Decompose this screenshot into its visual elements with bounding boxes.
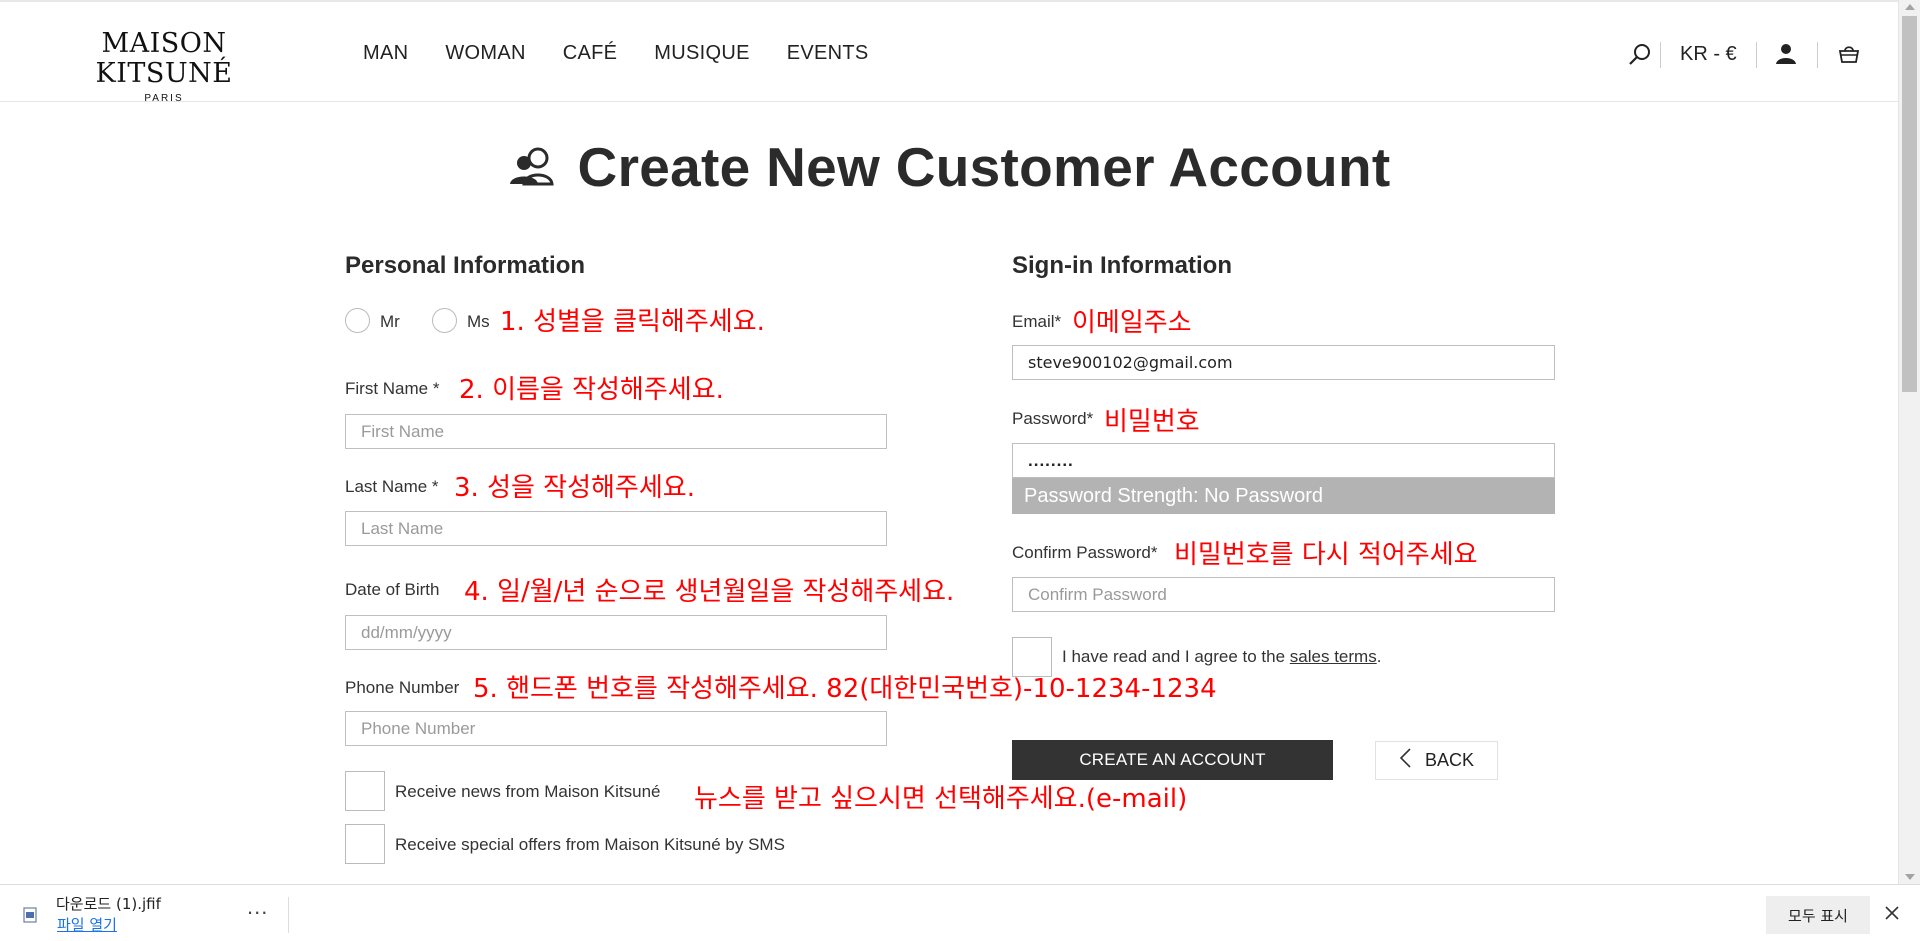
back-button-label: BACK bbox=[1424, 750, 1475, 770]
download-bar: 다운로드 (1).jfif 파일 열기 ... 모두 표시 bbox=[0, 884, 1920, 941]
nav-item-musique[interactable]: MUSIQUE bbox=[654, 42, 749, 65]
close-icon[interactable] bbox=[1884, 905, 1900, 926]
currency-selector[interactable]: KR - € bbox=[1680, 43, 1737, 66]
header-divider bbox=[1817, 42, 1818, 68]
annotation-first-name: 2. 이름을 작성해주세요. bbox=[459, 375, 724, 405]
annotation-gender: 1. 성별을 클릭해주세요. bbox=[500, 307, 765, 337]
password-input[interactable] bbox=[1012, 443, 1555, 478]
dob-label: Date of Birth bbox=[345, 580, 440, 599]
back-button[interactable]: BACK bbox=[1375, 741, 1498, 780]
page-scrollbar[interactable] bbox=[1898, 0, 1920, 884]
page-title: Create New Customer Account bbox=[508, 135, 1391, 199]
gender-mr-radio[interactable] bbox=[345, 308, 370, 333]
news-label: Receive news from Maison Kitsuné bbox=[395, 782, 661, 801]
header-divider bbox=[1660, 42, 1661, 68]
logo-sub-text: PARIS bbox=[144, 93, 184, 104]
scroll-up-arrow-icon[interactable] bbox=[1905, 4, 1915, 10]
cart-icon[interactable] bbox=[1838, 44, 1860, 69]
sms-label: Receive special offers from Maison Kitsu… bbox=[395, 835, 785, 854]
page-title-text: Create New Customer Account bbox=[577, 136, 1391, 198]
search-icon[interactable] bbox=[1628, 43, 1652, 72]
more-options-icon[interactable]: ... bbox=[247, 894, 268, 920]
password-strength-meter: Password Strength: No Password bbox=[1012, 478, 1555, 514]
terms-checkbox[interactable] bbox=[1012, 637, 1052, 677]
header-divider bbox=[1756, 42, 1757, 68]
nav-item-events[interactable]: EVENTS bbox=[787, 42, 869, 65]
main-nav: MAN WOMAN CAFÉ MUSIQUE EVENTS bbox=[363, 42, 869, 65]
first-name-label: First Name * bbox=[345, 379, 440, 398]
last-name-label: Last Name * bbox=[345, 477, 439, 496]
password-label: Password* bbox=[1012, 409, 1094, 428]
account-icon[interactable] bbox=[1775, 43, 1797, 70]
phone-input[interactable] bbox=[345, 711, 887, 746]
last-name-input[interactable] bbox=[345, 511, 887, 546]
nav-item-woman[interactable]: WOMAN bbox=[445, 42, 525, 65]
annotation-dob: 4. 일/월/년 순으로 생년월일을 작성해주세요. bbox=[464, 577, 955, 607]
download-file-name: 다운로드 (1).jfif bbox=[56, 895, 161, 913]
terms-suffix: . bbox=[1376, 647, 1382, 666]
annotation-password: 비밀번호 bbox=[1104, 407, 1200, 437]
file-icon bbox=[23, 907, 37, 928]
email-label: Email* bbox=[1012, 312, 1062, 331]
annotation-phone: 5. 핸드폰 번호를 작성해주세요. 82(대한민국번호)-10-1234-12… bbox=[473, 674, 1217, 704]
news-checkbox[interactable] bbox=[345, 771, 385, 811]
page-title-wrap: Create New Customer Account bbox=[0, 135, 1898, 199]
terms-label: I have read and I agree to the sales ter… bbox=[1062, 647, 1381, 667]
create-account-button[interactable]: CREATE AN ACCOUNT bbox=[1012, 740, 1333, 780]
annotation-confirm: 비밀번호를 다시 적어주세요 bbox=[1174, 540, 1478, 570]
annotation-news: 뉴스를 받고 싶으시면 선택해주세요.(e-mail) bbox=[694, 784, 1188, 814]
annotation-last-name: 3. 성을 작성해주세요. bbox=[454, 473, 695, 503]
first-name-input[interactable] bbox=[345, 414, 887, 449]
email-input[interactable] bbox=[1012, 345, 1555, 380]
dob-input[interactable] bbox=[345, 615, 887, 650]
logo-main-text: MAISON KITSUNÉ bbox=[95, 28, 233, 89]
download-divider bbox=[288, 897, 289, 933]
confirm-password-label: Confirm Password* bbox=[1012, 543, 1158, 562]
terms-prefix: I have read and I agree to the bbox=[1062, 647, 1290, 666]
scroll-down-arrow-icon[interactable] bbox=[1905, 874, 1915, 880]
annotation-email: 이메일주소 bbox=[1072, 308, 1192, 338]
show-all-button[interactable]: 모두 표시 bbox=[1766, 896, 1870, 934]
open-file-link[interactable]: 파일 열기 bbox=[57, 914, 117, 935]
nav-item-cafe[interactable]: CAFÉ bbox=[563, 42, 618, 65]
personal-info-heading: Personal Information bbox=[345, 252, 586, 279]
users-icon bbox=[508, 135, 556, 199]
gender-ms-radio[interactable] bbox=[432, 308, 457, 333]
gender-mr-label: Mr bbox=[380, 312, 400, 331]
gender-ms-label: Ms bbox=[467, 312, 490, 331]
confirm-password-input[interactable] bbox=[1012, 577, 1555, 612]
nav-item-man[interactable]: MAN bbox=[363, 42, 408, 65]
signin-info-heading: Sign-in Information bbox=[1012, 252, 1232, 279]
scroll-thumb[interactable] bbox=[1902, 16, 1917, 392]
sms-checkbox[interactable] bbox=[345, 824, 385, 864]
sales-terms-link[interactable]: sales terms bbox=[1290, 647, 1377, 666]
chevron-left-icon bbox=[1399, 748, 1411, 773]
phone-label: Phone Number bbox=[345, 678, 460, 697]
brand-logo[interactable]: MAISON KITSUNÉ PARIS bbox=[49, 28, 279, 105]
site-header: MAISON KITSUNÉ PARIS MAN WOMAN CAFÉ MUSI… bbox=[0, 2, 1898, 105]
